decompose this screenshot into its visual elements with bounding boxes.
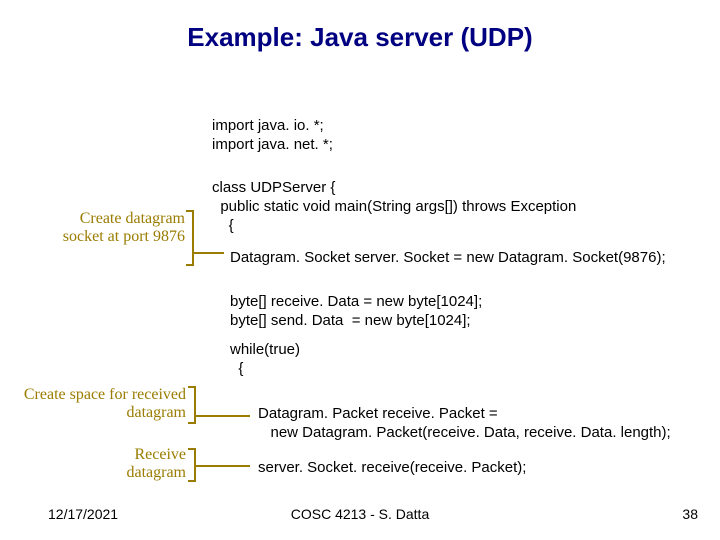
footer-course: COSC 4213 - S. Datta [0, 506, 720, 522]
annotation-create-socket: Create datagram socket at port 9876 [40, 210, 185, 246]
slide: Example: Java server (UDP) import java. … [0, 0, 720, 540]
code-while-block: while(true) { [230, 340, 300, 378]
bracket-tail-icon [196, 465, 250, 467]
code-datagram-socket-line: Datagram. Socket server. Socket = new Da… [230, 248, 666, 267]
bracket-icon [186, 210, 194, 266]
bracket-icon [188, 386, 196, 424]
bracket-icon [188, 448, 196, 482]
footer-page-number: 38 [682, 506, 698, 522]
code-imports: import java. io. *; import java. net. *; [212, 116, 333, 154]
annotation-create-space: Create space for received datagram [18, 386, 186, 422]
code-receive-line: server. Socket. receive(receive. Packet)… [258, 458, 526, 477]
code-class-declaration: class UDPServer { public static void mai… [212, 178, 576, 236]
slide-title: Example: Java server (UDP) [0, 22, 720, 53]
annotation-receive: Receive datagram [98, 446, 186, 482]
code-byte-arrays: byte[] receive. Data = new byte[1024]; b… [230, 292, 482, 330]
code-datagram-packet-lines: Datagram. Packet receive. Packet = new D… [258, 404, 671, 442]
bracket-tail-icon [194, 252, 224, 254]
bracket-tail-icon [196, 415, 250, 417]
